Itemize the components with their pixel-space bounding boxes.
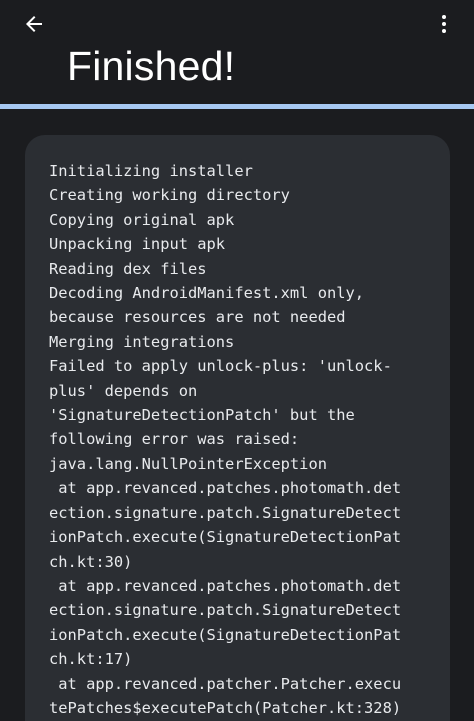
progress-bar-fill (0, 104, 474, 109)
log-line: Creating working directory (49, 186, 290, 205)
log-line: Initializing installer (49, 162, 253, 180)
log-line: Failed to apply unlock-plus: 'unlock- (49, 357, 392, 376)
log-line: Decoding AndroidManifest.xml only, (49, 284, 365, 303)
page-title: Finished! (67, 43, 236, 89)
back-button[interactable] (14, 6, 54, 42)
top-app-bar: Finished! (0, 0, 474, 104)
more-options-button[interactable] (426, 6, 462, 42)
log-output: Initializing installer Creating working … (49, 159, 450, 720)
log-line: at app.revanced.patches.photomath.det (58, 576, 402, 595)
log-line: ection.signature.patch.SignatureDetect (49, 503, 402, 522)
log-line: Copying original apk (49, 210, 235, 229)
log-line: ionPatch.execute(SignatureDetectionPat (49, 528, 402, 547)
log-line: following error was raised: (49, 430, 300, 449)
progress-bar (0, 104, 474, 109)
log-line: java.lang.NullPointerException (49, 454, 327, 473)
log-line: ionPatch.execute(SignatureDetectionPat (49, 625, 402, 644)
log-line: Reading dex files (49, 259, 207, 278)
log-line: ection.signature.patch.SignatureDetect (49, 601, 402, 620)
log-line: at app.revanced.patcher.Patcher.execu (58, 674, 402, 693)
more-vert-icon (442, 15, 446, 33)
log-line: Merging integrations (49, 332, 235, 351)
log-line: at app.revanced.patches.photomath.det (58, 479, 402, 498)
log-line: ch.kt:30) (49, 552, 133, 571)
log-line: tePatches$executePatch(Patcher.kt:328) (49, 698, 402, 717)
log-line: Unpacking input apk (49, 235, 226, 254)
log-line: because resources are not needed (49, 308, 346, 327)
log-line: plus' depends on (49, 381, 198, 400)
log-line: ch.kt:17) (49, 650, 133, 669)
log-line: 'SignatureDetectionPatch' but the (49, 406, 355, 425)
log-card[interactable]: Initializing installer Creating working … (25, 135, 450, 721)
arrow-left-icon (26, 16, 42, 32)
